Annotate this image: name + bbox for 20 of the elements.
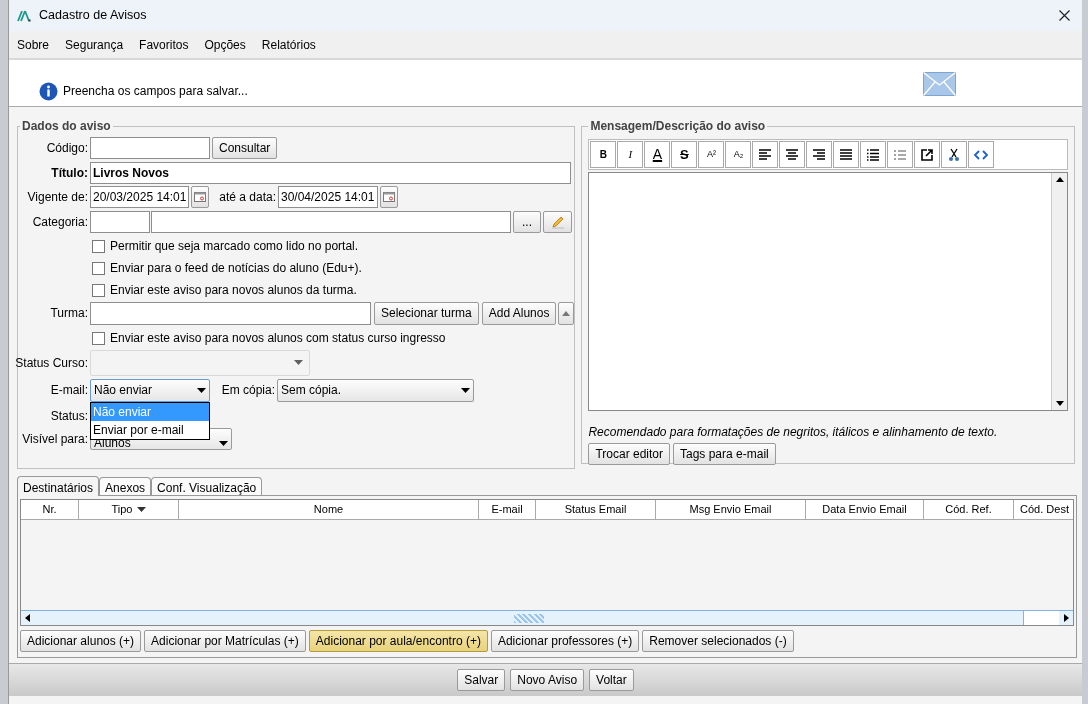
field-label: Status Curso: <box>15 354 88 372</box>
editor-note: Recomendado para formatações de negritos, itálicos e alinhamento de texto. <box>588 424 999 441</box>
checkbox-label: Permitir que seja marcado como lido no portal. <box>110 238 359 255</box>
field-label: E-mail: <box>50 382 88 399</box>
checkbox-label: Enviar para o feed de notícias do aluno (Edu+). <box>110 260 362 277</box>
field-label: Visível para: <box>22 431 88 448</box>
group-title: Dados do aviso <box>21 118 112 135</box>
window-title: Cadastro de Avisos <box>39 7 147 25</box>
field-label: Categoria: <box>32 214 88 231</box>
field-label: Em cópia: <box>221 382 275 399</box>
group-title: Mensagem/Descrição do aviso <box>589 118 767 135</box>
field-label: Vigente de: <box>27 189 88 206</box>
field-label: Código: <box>46 140 88 157</box>
checkbox-label: Enviar este aviso para novos alunos da turma. <box>110 282 357 299</box>
field-label: Título: <box>51 165 88 182</box>
field-label: Turma: <box>50 305 88 322</box>
field-label: até a data: <box>219 189 276 206</box>
checkbox-label: Enviar este aviso para novos alunos com status curso ingresso <box>110 330 446 347</box>
info-message: Preencha os campos para salvar... <box>63 83 248 100</box>
field-label: Status: <box>50 408 88 425</box>
